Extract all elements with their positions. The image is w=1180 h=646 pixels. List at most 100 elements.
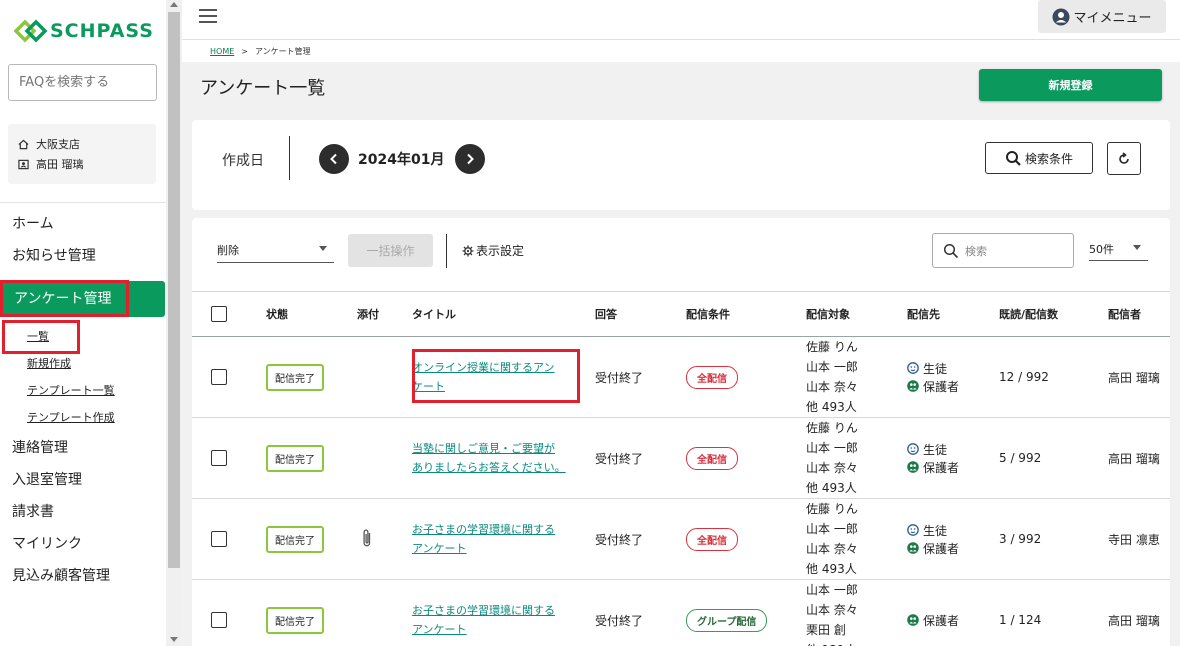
bulk-operation-button[interactable]: 一括操作 [348, 234, 433, 267]
scroll-thumb[interactable] [168, 12, 180, 568]
header-answer: 回答 [595, 291, 686, 337]
list-search-input[interactable]: 検索 [932, 233, 1074, 268]
answer-status: 受付終了 [595, 579, 686, 646]
guardian-icon [907, 614, 919, 626]
my-menu-button[interactable]: マイメニュー [1038, 0, 1166, 33]
id-card-icon [18, 159, 29, 169]
nav-mylink[interactable]: マイリンク [0, 528, 166, 560]
nav-entry-exit[interactable]: 入退室管理 [0, 464, 166, 496]
survey-title-link[interactable]: お子さまの学習環境に関する アンケート [412, 601, 595, 639]
search-conditions-button[interactable]: 検索条件 [985, 142, 1093, 174]
new-register-button[interactable]: 新規登録 [979, 69, 1162, 101]
sidebar-nav: ホーム お知らせ管理 アンケート管理 一覧 新規作成 テンプレート一覧 テンプレ… [0, 208, 166, 584]
targets-cell: 佐藤 りん 山本 一郎 山本 奈々他 493人 [806, 498, 907, 580]
breadcrumb-separator: > [241, 47, 248, 56]
guardian-icon [907, 542, 919, 554]
target-name: 他 493人 [806, 481, 857, 495]
targets-cell: 佐藤 りん 山本 一郎 山本 奈々他 493人 [806, 417, 907, 499]
header-sender: 配信者 [1108, 291, 1170, 337]
student-icon [907, 524, 919, 536]
branch-row: 大阪支店 [18, 134, 146, 154]
status-badge: 配信完了 [266, 525, 324, 553]
table-row[interactable]: 配信完了 オンライン授業に関するアン ケート 受付終了 全配信 佐藤 りん 山本 一… [192, 336, 1170, 418]
guardian-icon [907, 380, 919, 392]
divider [289, 136, 290, 180]
nav-contact[interactable]: 連絡管理 [0, 432, 166, 464]
bulk-action-value: 削除 [217, 244, 239, 257]
target-name: 他 493人 [806, 562, 857, 576]
per-page-value: 50件 [1089, 243, 1114, 256]
title-line-1: お子さまの学習環境に関する [412, 523, 555, 536]
current-month: 2024年01月 [358, 152, 445, 168]
row-checkbox[interactable] [211, 450, 227, 466]
target-name: 山本 一郎 [806, 360, 858, 374]
title-line-1: 当塾に関しご意見・ご要望が [412, 442, 555, 455]
display-settings-button[interactable]: 表示設定 [462, 242, 524, 259]
refresh-icon [1119, 151, 1129, 164]
date-filter-card: 作成日 2024年01月 検索条件 [192, 120, 1170, 210]
prev-month-button[interactable] [319, 144, 349, 174]
nav-notice[interactable]: お知らせ管理 [0, 240, 166, 272]
user-name: 高田 瑠璃 [36, 158, 84, 171]
destination-label: 生徒 [923, 523, 948, 538]
sidebar-divider [0, 202, 166, 203]
subnav-new[interactable]: 新規作成 [0, 350, 166, 377]
nav-prospects[interactable]: 見込み顧客管理 [0, 560, 166, 592]
read-count: 5 / 992 [999, 417, 1108, 499]
destination-label: 保護者 [923, 379, 960, 394]
home-icon [18, 139, 29, 149]
target-name: 佐藤 りん [806, 502, 858, 516]
scroll-down-icon[interactable] [170, 637, 178, 642]
subnav-template-list[interactable]: テンプレート一覧 [0, 377, 166, 404]
answer-status: 受付終了 [595, 498, 686, 580]
search-conditions-label: 検索条件 [1024, 151, 1073, 166]
target-name: 山本 奈々 [806, 603, 858, 617]
logo[interactable]: SCHPASS [14, 18, 154, 44]
paperclip-icon [363, 528, 371, 546]
brand-name: SCHPASS [50, 20, 154, 42]
reload-button[interactable] [1107, 142, 1141, 175]
faq-search-input[interactable] [8, 64, 157, 101]
header-read-count: 既読/配信数 [999, 291, 1108, 337]
next-month-button[interactable] [455, 144, 485, 174]
destination-item: 保護者 [907, 611, 999, 629]
table-row[interactable]: 配信完了 お子さまの学習環境に関する アンケート 受付終了 グループ配信 山本 一… [192, 579, 1170, 646]
per-page-select[interactable]: 50件 [1089, 238, 1148, 261]
student-icon [907, 443, 919, 455]
row-checkbox[interactable] [211, 369, 227, 385]
nav-home[interactable]: ホーム [0, 208, 166, 240]
table-row[interactable]: 配信完了 当塾に関しご意見・ご要望が ありましたらお答えください。 受付終了 全配… [192, 417, 1170, 499]
read-count: 3 / 992 [999, 498, 1108, 580]
gear-icon [462, 245, 474, 256]
highlight-box-nav [0, 280, 129, 317]
sidebar-scrollbar[interactable] [166, 0, 182, 646]
row-checkbox[interactable] [211, 531, 227, 547]
subnav-template-create[interactable]: テンプレート作成 [0, 404, 166, 431]
bulk-action-select[interactable]: 削除 [217, 238, 334, 263]
branch-name: 大阪支店 [36, 138, 80, 151]
nav-invoice[interactable]: 請求書 [0, 496, 166, 528]
survey-table: 状態 添付 タイトル 回答 配信条件 配信対象 配信先 既読/配信数 配信者 配… [192, 291, 1170, 646]
survey-title-link[interactable]: 当塾に関しご意見・ご要望が ありましたらお答えください。 [412, 439, 595, 477]
row-checkbox[interactable] [211, 612, 227, 628]
table-row[interactable]: 配信完了 お子さまの学習環境に関する アンケート 受付終了 全配信 佐藤 りん 山本… [192, 498, 1170, 580]
target-name: 山本 一郎 [806, 522, 858, 536]
sender-name: 高田 瑠璃 [1108, 336, 1170, 418]
select-all-checkbox[interactable] [211, 306, 227, 322]
destination-cell: 生徒 保護者 [907, 336, 999, 418]
header-condition: 配信条件 [686, 291, 806, 337]
breadcrumb-home[interactable]: HOME [210, 47, 234, 56]
survey-title-link[interactable]: お子さまの学習環境に関する アンケート [412, 520, 595, 558]
header-attach: 添付 [357, 291, 412, 337]
answer-status: 受付終了 [595, 336, 686, 418]
read-count: 1 / 124 [999, 579, 1108, 646]
student-icon [907, 362, 919, 374]
table-header-row: 状態 添付 タイトル 回答 配信条件 配信対象 配信先 既読/配信数 配信者 [192, 291, 1170, 337]
targets-cell: 佐藤 りん 山本 一郎 山本 奈々他 493人 [806, 336, 907, 418]
user-row: 高田 瑠璃 [18, 154, 146, 174]
destination-item: 生徒 [907, 440, 999, 458]
scroll-up-icon[interactable] [170, 2, 178, 7]
answer-status: 受付終了 [595, 417, 686, 499]
hamburger-menu-icon[interactable] [199, 9, 217, 23]
target-name: 他 493人 [806, 400, 857, 414]
